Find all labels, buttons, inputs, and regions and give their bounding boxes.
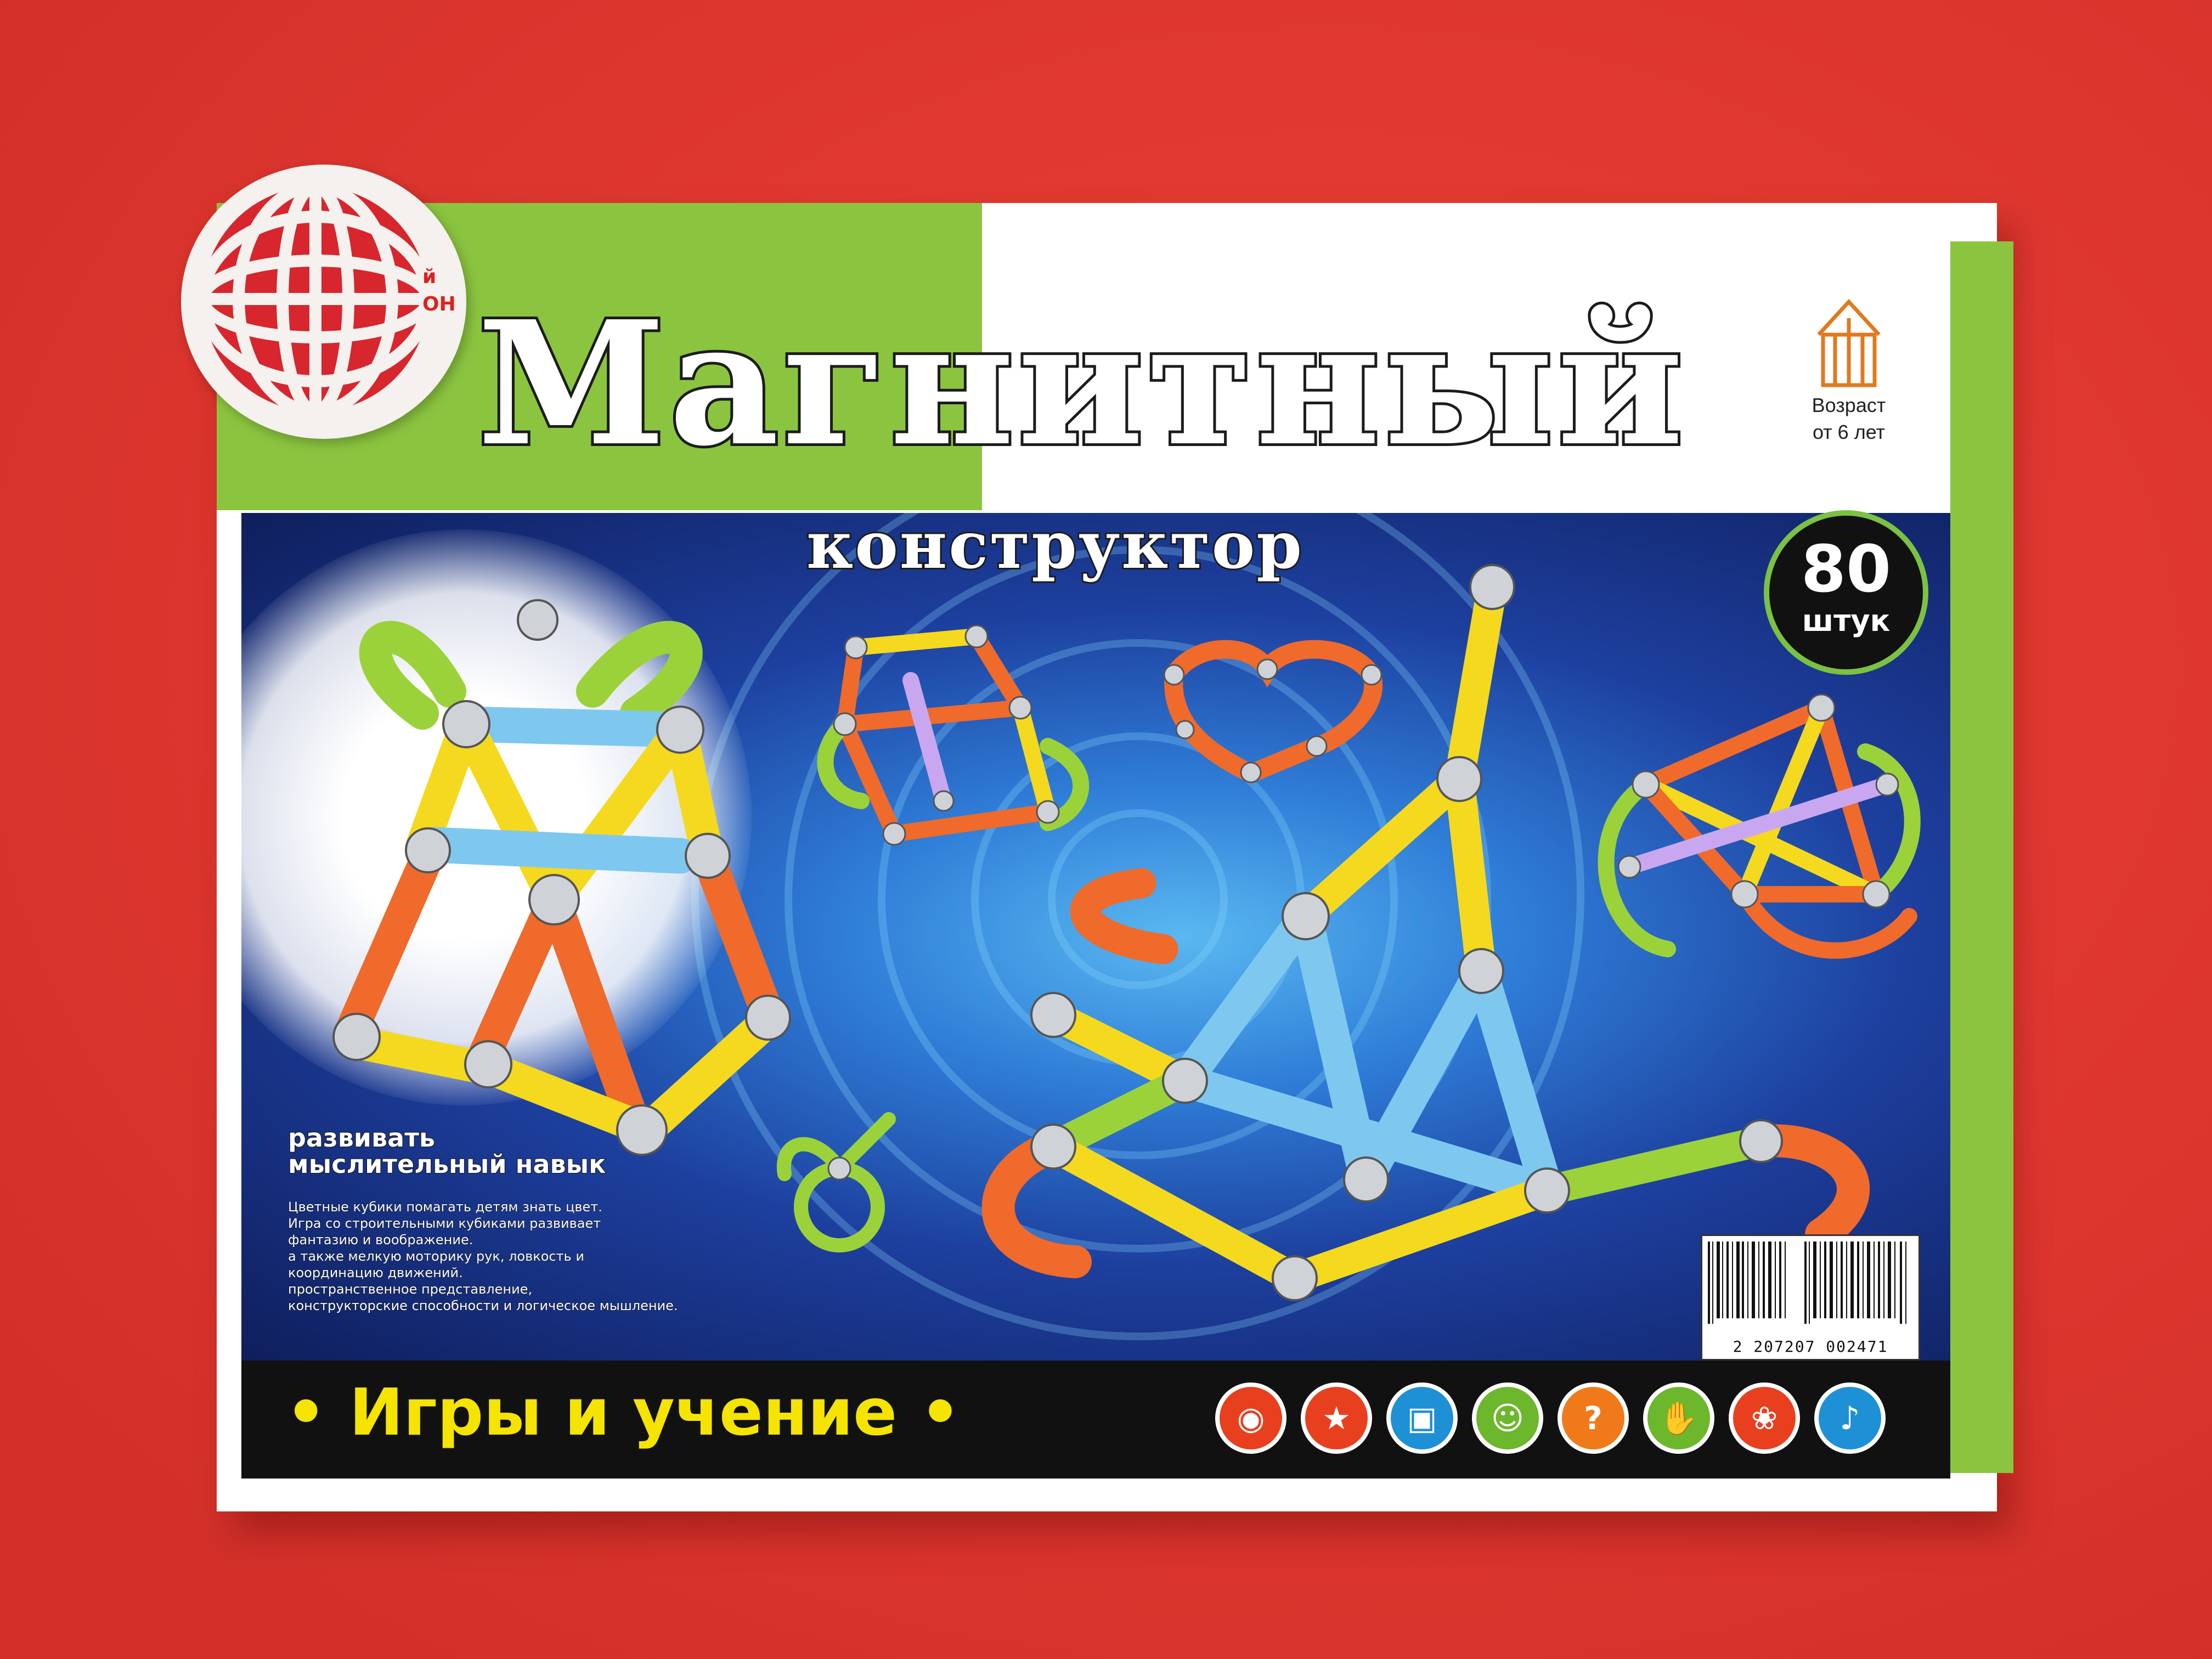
puzzle-icon: ▣ xyxy=(1386,1383,1458,1454)
barcode-bars-icon xyxy=(1708,1242,1906,1324)
slogan: • Игры и учение • xyxy=(285,1374,961,1450)
green-side-flap xyxy=(1950,241,2013,1473)
microphone-icon: ♪ xyxy=(1814,1383,1886,1454)
eye-hand-icon: ◉ xyxy=(1215,1383,1286,1454)
box-title: Магнитный xyxy=(475,284,1687,484)
description-text: Цветные кубики помагать детям знать цвет… xyxy=(288,1199,679,1314)
shapes-icon: ★ xyxy=(1301,1383,1372,1454)
hand-icon: ✋ xyxy=(1643,1383,1714,1454)
skill-icons-row: ◉ ★ ▣ ☺ ? ✋ ❀ ♪ xyxy=(1215,1383,1886,1454)
barcode-number: 2 207207 002471 xyxy=(1733,1338,1888,1356)
brain-icon: ❀ xyxy=(1729,1383,1800,1454)
tower-model xyxy=(332,599,791,1156)
description-heading: развивать мыслительный навык xyxy=(287,1123,606,1180)
age-label: Возраст от 6 лет xyxy=(1812,394,1886,443)
sticker-brand-text: й ОН xyxy=(422,266,456,316)
house-logo-icon xyxy=(1817,298,1881,387)
face-icon: ☺ xyxy=(1472,1383,1543,1454)
question-head-icon: ? xyxy=(1558,1383,1629,1454)
barcode: 2 207207 002471 xyxy=(1701,1234,1920,1361)
sphere-model xyxy=(1598,693,1921,959)
